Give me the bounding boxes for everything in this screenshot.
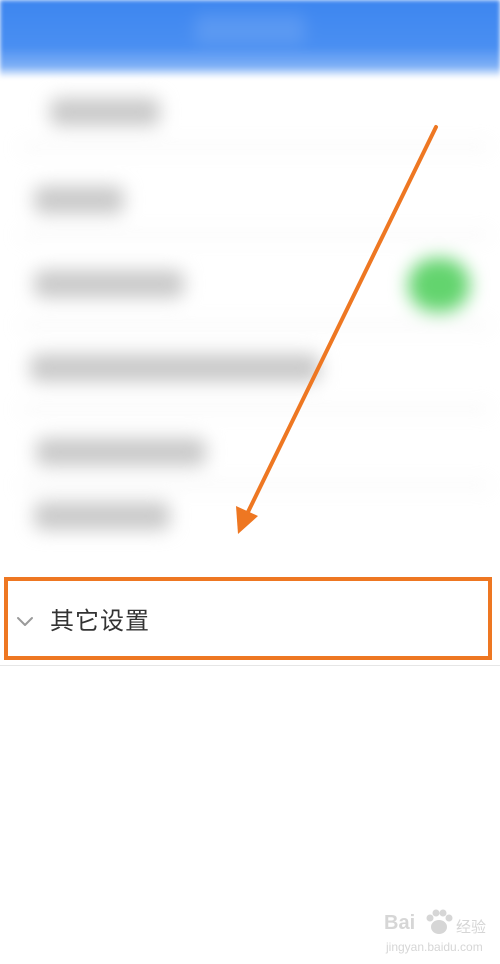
separator: [20, 324, 490, 326]
blurred-row-6: [34, 502, 170, 530]
watermark-url: jingyan.baidu.com: [386, 940, 483, 954]
blurred-row-5: [36, 438, 206, 466]
separator: [20, 408, 490, 410]
other-settings-label: 其它设置: [50, 607, 150, 635]
blurred-row-2: [34, 186, 124, 214]
header-title-blurred: [195, 14, 305, 44]
blurred-row-1: [50, 98, 160, 126]
separator: [20, 146, 490, 148]
chevron-down-icon: [17, 617, 33, 626]
other-settings-row[interactable]: 其它设置: [0, 578, 500, 666]
paw-icon: [426, 909, 453, 934]
blurred-row-3: [34, 270, 184, 298]
watermark: Bai 经验 jingyan.baidu.com: [384, 906, 494, 960]
toggle-switch-blurred[interactable]: [408, 258, 470, 312]
app-header: [0, 0, 500, 78]
blurred-row-4: [30, 354, 320, 382]
watermark-suffix: 经验: [456, 919, 487, 936]
separator: [20, 484, 490, 486]
settings-list-blurred: [0, 78, 500, 574]
watermark-brand: Bai: [384, 912, 416, 934]
separator: [20, 234, 490, 236]
